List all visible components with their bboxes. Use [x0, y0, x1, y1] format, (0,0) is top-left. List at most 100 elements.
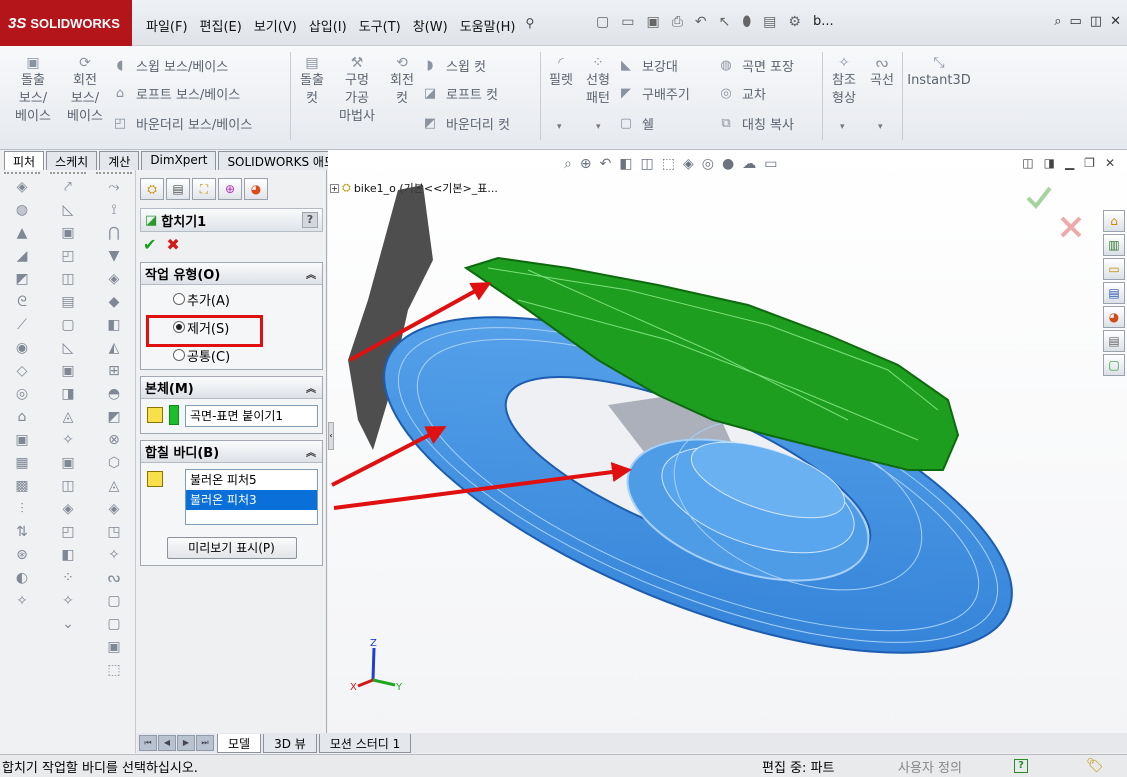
pin-icon[interactable]: ⚲ — [522, 14, 539, 37]
loft-boss-button[interactable]: ⌂ 로프트 보스/베이스 — [112, 84, 240, 103]
first-tab-icon[interactable]: ⏮ — [139, 735, 157, 751]
show-preview-button[interactable]: 미리보기 표시(P) — [166, 537, 297, 559]
tab-motion-study[interactable]: 모션 스터디 1 — [318, 733, 412, 753]
collapse-icon[interactable]: ︽ — [306, 266, 316, 281]
home-icon[interactable]: ⌂ — [1103, 210, 1125, 232]
solidworks-logo[interactable]: 3S SOLIDWORKS — [0, 0, 132, 46]
search-icon[interactable]: ⌕ — [1054, 14, 1061, 29]
ok-button[interactable]: ✔ — [143, 235, 156, 254]
radio-add[interactable]: 추가(A) — [141, 285, 322, 313]
chevron-down-icon[interactable]: ▾ — [596, 122, 601, 132]
tool-icon[interactable]: ◰ — [48, 245, 88, 268]
tool-icon[interactable]: ▣ — [48, 222, 88, 245]
print-icon[interactable]: ⎙ — [672, 14, 683, 30]
tool-icon[interactable]: ▢ — [48, 314, 88, 337]
appearances-icon[interactable]: ◕ — [1103, 306, 1125, 328]
tool-icon[interactable]: ⤳ — [94, 176, 134, 199]
tool-icon[interactable]: ⤤ — [48, 176, 88, 199]
list-item[interactable]: 불러온 피처3 — [186, 490, 317, 510]
tool-icon[interactable]: ▣ — [94, 636, 134, 659]
tool-icon[interactable]: ⊗ — [94, 429, 134, 452]
tool-icon[interactable]: ◩ — [2, 268, 42, 291]
select-icon[interactable]: ↖ — [719, 14, 731, 30]
bodies-listbox[interactable]: 불러온 피처5 불러온 피처3 — [185, 469, 318, 525]
help-icon[interactable]: ? — [1014, 759, 1028, 773]
tool-icon[interactable]: ⊞ — [94, 360, 134, 383]
sweep-cut-button[interactable]: ◗ 스윕 컷 — [422, 56, 486, 75]
extrude-boss-button[interactable]: ▣ 돌출 보스/ 베이스 — [10, 56, 56, 126]
menu-file[interactable]: 파일(F) — [140, 14, 194, 37]
save-icon[interactable]: ▣ — [646, 14, 659, 30]
collapse-icon[interactable]: ︽ — [306, 444, 316, 459]
group-header[interactable]: 본체(M) ︽ — [141, 377, 322, 399]
tool-icon[interactable]: ◧ — [94, 314, 134, 337]
intersect-button[interactable]: ◎ 교차 — [718, 84, 766, 103]
toolbar-grip[interactable] — [4, 172, 40, 174]
tool-icon[interactable]: ⇅ — [2, 521, 42, 544]
display-manager-icon[interactable]: ◕ — [244, 178, 268, 200]
file-explorer-icon[interactable]: ▭ — [1103, 258, 1125, 280]
draft-button[interactable]: ◤ 구배주기 — [618, 84, 690, 103]
tab-sketch[interactable]: 스케치 — [46, 151, 98, 170]
hole-wizard-button[interactable]: ⚒ 구멍 가공 마법사 — [334, 56, 380, 126]
boundary-cut-button[interactable]: ◩ 바운더리 컷 — [422, 114, 510, 133]
tool-icon[interactable]: ⊛ — [2, 544, 42, 567]
boundary-boss-button[interactable]: ◰ 바운더리 보스/베이스 — [112, 114, 252, 133]
menu-edit[interactable]: 편집(E) — [194, 14, 248, 37]
menu-insert[interactable]: 삽입(I) — [303, 14, 353, 37]
undo-icon[interactable]: ↶ — [695, 14, 707, 30]
linear-pattern-button[interactable]: ⁘ 선형 패턴 — [580, 56, 616, 108]
chevron-down-icon[interactable]: ▾ — [557, 122, 562, 132]
property-manager-icon[interactable]: ▤ — [166, 178, 190, 200]
model-viewport[interactable]: Z Y X — [328, 150, 1127, 753]
sweep-boss-button[interactable]: ◖ 스윕 보스/베이스 — [112, 56, 229, 75]
tool-icon[interactable]: ◢ — [2, 245, 42, 268]
tool-icon[interactable]: ✧ — [94, 544, 134, 567]
radio-button[interactable] — [173, 349, 185, 361]
tool-icon[interactable]: ◉ — [2, 337, 42, 360]
tool-icon[interactable]: ◬ — [94, 475, 134, 498]
tool-icon[interactable]: ▢ — [94, 613, 134, 636]
custom-properties-icon[interactable]: ▤ — [1103, 330, 1125, 352]
tool-icon[interactable]: ◐ — [2, 567, 42, 590]
radio-button[interactable] — [173, 293, 185, 305]
tool-icon[interactable]: ✧ — [48, 590, 88, 613]
tab-model[interactable]: 모델 — [217, 733, 262, 753]
tool-icon[interactable]: ◇ — [2, 360, 42, 383]
tool-icon[interactable]: ▦ — [2, 452, 42, 475]
tool-icon[interactable]: ▣ — [48, 360, 88, 383]
collapse-icon[interactable]: ︽ — [306, 380, 316, 395]
open-icon[interactable]: ▭ — [621, 14, 634, 30]
design-library-icon[interactable]: ▥ — [1103, 234, 1125, 256]
loft-cut-button[interactable]: ◪ 로프트 컷 — [422, 84, 498, 103]
minimize-button[interactable]: ▭ — [1070, 14, 1082, 29]
tool-icon[interactable]: ◰ — [48, 521, 88, 544]
tool-icon[interactable]: ◈ — [48, 498, 88, 521]
menu-window[interactable]: 창(W) — [407, 14, 454, 37]
reference-geometry-button[interactable]: ✧ 참조 형상 — [826, 56, 862, 108]
tool-icon[interactable]: ◩ — [94, 406, 134, 429]
tag-icon[interactable]: 🏷 — [1086, 758, 1104, 774]
tool-icon[interactable]: ◆ — [94, 291, 134, 314]
restore-button[interactable]: ◫ — [1090, 14, 1102, 29]
prev-tab-icon[interactable]: ◀ — [158, 735, 176, 751]
dimxpert-manager-icon[interactable]: ⊕ — [218, 178, 242, 200]
tool-icon[interactable]: ◍ — [2, 199, 42, 222]
graphics-area[interactable]: ‹ + ⛭ bike1_o (기본<<기본>_표... ⌕ ⊕ ↶ ◧ ◫ ⬚ … — [328, 150, 1127, 753]
tool-icon[interactable]: ◭ — [94, 337, 134, 360]
curves-button[interactable]: ᔓ 곡선 — [864, 56, 900, 90]
shell-button[interactable]: ▢ 쉘 — [618, 114, 654, 133]
tool-icon[interactable]: ⟟ — [94, 199, 134, 222]
tool-icon[interactable]: ◈ — [94, 498, 134, 521]
menu-help[interactable]: 도움말(H) — [454, 14, 522, 37]
tool-icon[interactable]: ▲ — [2, 222, 42, 245]
tool-icon[interactable]: ᔓ — [94, 567, 134, 590]
tool-icon[interactable]: ⋂ — [94, 222, 134, 245]
tool-icon[interactable]: ▣ — [48, 452, 88, 475]
toolbar-grip[interactable] — [96, 172, 132, 174]
close-button[interactable]: ✕ — [1110, 14, 1121, 29]
tool-icon[interactable]: ▼ — [94, 245, 134, 268]
group-header[interactable]: 작업 유형(O) ︽ — [141, 263, 322, 285]
wrap-button[interactable]: ◍ 곡면 포장 — [718, 56, 794, 75]
options-icon[interactable]: ⚙ — [788, 14, 801, 30]
